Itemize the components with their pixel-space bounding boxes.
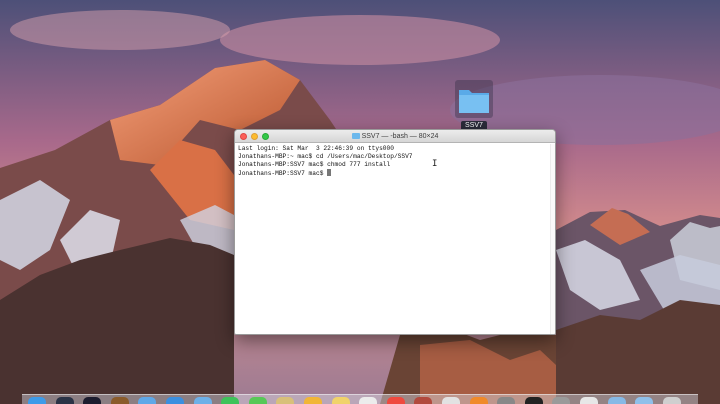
terminal-window[interactable]: SSV7 — -bash — 80×24 Last login: Sat Mar… (234, 129, 556, 335)
downloads-icon[interactable] (635, 397, 654, 404)
desktop: SSV7 SSV7 — -bash — 80×24 Last login: Sa… (0, 0, 720, 404)
text-cursor (327, 169, 332, 176)
calendar-icon[interactable] (386, 397, 405, 404)
app-store-icon[interactable] (138, 397, 157, 404)
window-title-text: SSV7 — -bash — 80×24 (361, 133, 439, 140)
photo-booth-icon[interactable] (110, 397, 129, 404)
maps-icon[interactable] (276, 397, 295, 404)
notes-icon[interactable] (331, 397, 350, 404)
finder-icon[interactable] (28, 397, 46, 404)
launchpad-icon[interactable] (55, 397, 74, 404)
terminal-line: Jonathans-MBP:SSV7 mac$ chmod 777 instal… (238, 161, 391, 168)
scrollbar[interactable] (550, 144, 555, 334)
photo-viewer-icon[interactable] (414, 397, 433, 404)
terminal-line: Last login: Sat Mar 3 22:46:39 on ttys00… (238, 145, 394, 152)
textedit-icon[interactable] (580, 397, 598, 404)
terminal-icon[interactable] (524, 397, 543, 404)
photos-icon[interactable] (304, 397, 322, 404)
terminal-line: Jonathans-MBP:~ mac$ cd /Users/mac/Deskt… (238, 153, 413, 160)
folder-icon (459, 90, 489, 113)
script-editor-icon[interactable] (552, 397, 571, 404)
system-preferences-icon[interactable] (497, 397, 516, 404)
ibooks-icon[interactable] (469, 397, 488, 404)
reminders-icon[interactable] (359, 397, 378, 404)
trash-icon[interactable] (662, 397, 681, 404)
terminal-prompt: Jonathans-MBP:SSV7 mac$ (238, 170, 328, 177)
safari-icon[interactable] (166, 397, 184, 404)
messages-icon[interactable] (248, 397, 267, 404)
siri-icon[interactable] (83, 397, 102, 404)
terminal-titlebar[interactable]: SSV7 — -bash — 80×24 (235, 130, 555, 143)
facetime-icon[interactable] (221, 397, 240, 404)
itunes-icon[interactable] (442, 397, 460, 404)
folder-icon (351, 133, 360, 139)
desktop-folder-item[interactable] (455, 80, 493, 118)
terminal-output[interactable]: Last login: Sat Mar 3 22:46:39 on ttys00… (238, 145, 550, 333)
ibeam-cursor-icon: I (432, 159, 438, 169)
mail-icon[interactable] (193, 397, 212, 404)
folder-icon[interactable] (607, 397, 626, 404)
terminal-prompt-line[interactable]: Jonathans-MBP:SSV7 mac$ (238, 169, 550, 177)
window-title: SSV7 — -bash — 80×24 (235, 130, 555, 143)
